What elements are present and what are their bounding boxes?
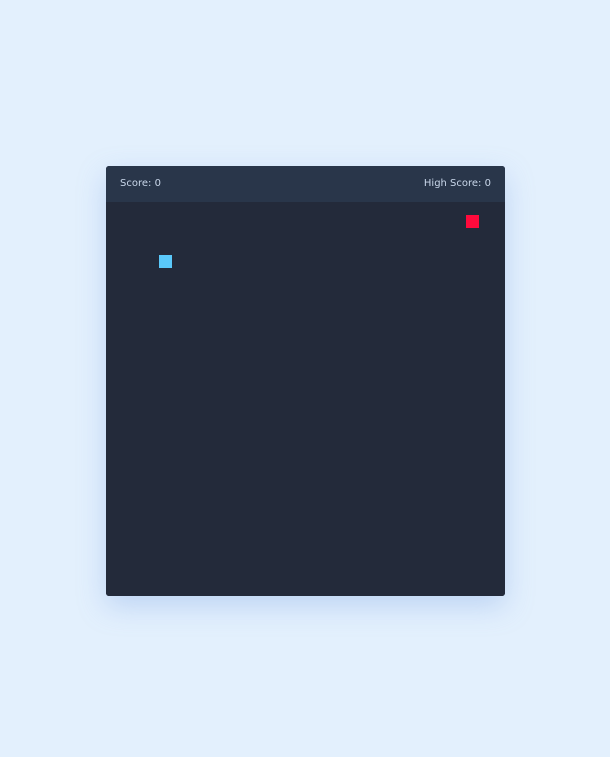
snake-head <box>159 255 172 268</box>
food-pellet <box>466 215 479 228</box>
score-value: 0 <box>154 178 161 189</box>
game-board[interactable] <box>106 202 505 596</box>
score-label: Score: <box>120 178 152 189</box>
score-display: Score: 0 <box>120 177 161 190</box>
high-score-value: 0 <box>484 178 491 189</box>
game-window: Score: 0 High Score: 0 <box>106 166 505 596</box>
score-bar: Score: 0 High Score: 0 <box>106 166 505 202</box>
high-score-display: High Score: 0 <box>424 177 491 190</box>
high-score-label: High Score: <box>423 178 482 189</box>
